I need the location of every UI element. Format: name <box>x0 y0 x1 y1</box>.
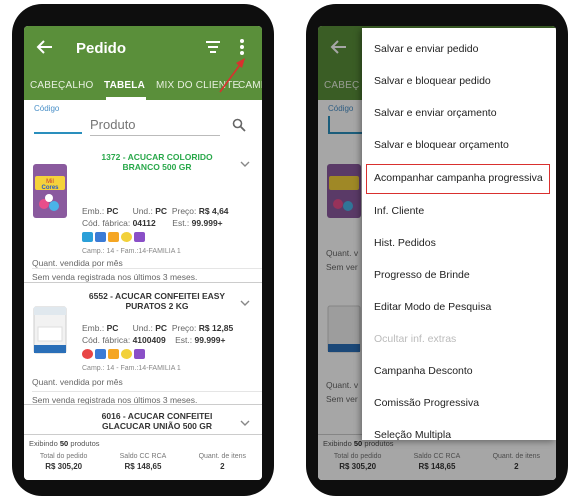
coin-icon <box>121 232 132 242</box>
menu-item-ocultar-inf-extras: Ocultar inf. extras <box>374 333 457 345</box>
menu-item-salvar-enviar-pedido[interactable]: Salvar e enviar pedido <box>362 34 556 64</box>
product-card[interactable]: 1372 - ACUCAR COLORIDO BRANCO 500 GR Mil… <box>24 144 262 268</box>
menu-item-selecao-multipla[interactable]: Seleção Multipla <box>362 420 556 450</box>
tag-icon <box>108 232 119 242</box>
produto-input[interactable] <box>90 114 220 136</box>
phone-right: CABEÇ Código Quant. v Sem ver Quant. v S… <box>306 4 568 496</box>
info-row-1: Emb.: PC Und.: PC Preço: R$ 4,64 <box>82 206 229 216</box>
qty-note: Sem venda registrada nos últimos 3 meses… <box>32 391 262 405</box>
qty-label: Quant. vendida por mês <box>32 258 123 268</box>
menu-item-hist-pedidos[interactable]: Hist. Pedidos <box>362 228 556 258</box>
coin-icon <box>121 349 132 359</box>
qty-label: Quant. vendida por mês <box>32 377 123 387</box>
menu-item-comissao-progressiva[interactable]: Comissão Progressiva <box>362 388 556 418</box>
campaign-info: Camp.: 14 - Fam.:14-FAMILIA 1 <box>82 365 181 372</box>
product-image: Mil Cores <box>30 162 70 220</box>
tab-active-indicator <box>106 97 146 100</box>
calendar-icon <box>95 232 106 242</box>
menu-item-salvar-enviar-orcamento[interactable]: Salvar e enviar orçamento <box>362 98 556 128</box>
tag-icon <box>108 349 119 359</box>
product-card[interactable]: 6016 - ACUCAR CONFEITEI GLACUCAR UNIÃO 5… <box>24 404 262 434</box>
saldo-cc-rca: Saldo CC RCA R$ 148,65 <box>119 453 167 471</box>
menu-item-editar-modo-pesquisa[interactable]: Editar Modo de Pesquisa <box>362 292 556 322</box>
info-row-1: Emb.: PC Und.: PC Preço: R$ 12,85 <box>82 323 234 333</box>
tab-bar: CABEÇALHO TABELA MIX DO CLIENTE CAMP <box>24 74 262 100</box>
product-title: 6016 - ACUCAR CONFEITEI GLACUCAR UNIÃO 5… <box>101 411 213 431</box>
brand-cores: Cores <box>41 185 59 191</box>
product-title: 6552 - ACUCAR CONFEITEI EASY PURATOS 2 K… <box>88 291 226 311</box>
layers-icon <box>134 349 145 359</box>
badges-row <box>82 232 145 242</box>
tab-camp[interactable]: CAMP <box>238 80 262 91</box>
footer-summary: Exibindo 50 produtos Total do pedido R$ 3… <box>24 434 262 480</box>
menu-item-progresso-brinde[interactable]: Progresso de Brinde <box>362 260 556 290</box>
tab-tabela[interactable]: TABELA <box>104 80 145 91</box>
badges-row <box>82 349 145 359</box>
tab-mix-do-cliente[interactable]: MIX DO CLIENTE <box>156 80 239 91</box>
filter-icon[interactable] <box>206 41 222 55</box>
more-vert-icon[interactable] <box>239 39 245 57</box>
campaign-info: Camp.: 14 - Fam.:14-FAMILIA 1 <box>82 248 181 255</box>
chevron-down-icon[interactable] <box>240 415 250 426</box>
screen-right: CABEÇ Código Quant. v Sem ver Quant. v S… <box>318 26 556 480</box>
tab-cabecalho[interactable]: CABEÇALHO <box>30 80 94 91</box>
codigo-input[interactable] <box>34 132 82 134</box>
app-bar: Pedido <box>24 26 262 74</box>
product-image <box>30 301 70 359</box>
gift-icon <box>82 232 93 242</box>
quant-itens: Quant. de itens 2 <box>198 453 247 471</box>
total-pedido: Total do pedido R$ 305,20 <box>39 453 88 471</box>
product-card[interactable]: 6552 - ACUCAR CONFEITEI EASY PURATOS 2 K… <box>24 282 262 405</box>
search-icon[interactable] <box>232 118 246 132</box>
info-row-2: Cód. fábrica: 04112 Est.: 99.999+ <box>82 218 223 228</box>
qty-note: Sem venda registrada nos últimos 3 meses… <box>32 268 262 282</box>
calendar-icon <box>95 349 106 359</box>
target-icon <box>82 349 93 359</box>
phone-left: Pedido CABEÇALHO TABELA MIX DO CLIENTE C… <box>12 4 274 496</box>
page-title: Pedido <box>76 40 127 57</box>
menu-item-salvar-bloquear-pedido[interactable]: Salvar e bloquear pedido <box>362 66 556 96</box>
product-title: 1372 - ACUCAR COLORIDO BRANCO 500 GR <box>101 152 213 172</box>
menu-item-salvar-bloquear-orcamento[interactable]: Salvar e bloquear orçamento <box>362 130 556 160</box>
chevron-down-icon[interactable] <box>240 295 250 306</box>
screen-left: Pedido CABEÇALHO TABELA MIX DO CLIENTE C… <box>24 26 262 480</box>
codigo-label: Código <box>34 104 60 113</box>
info-row-2: Cód. fábrica: 4100409 Est.: 99.999+ <box>82 335 226 345</box>
overflow-menu: Salvar e enviar pedido Salvar e bloquear… <box>362 28 556 441</box>
menu-item-inf-cliente[interactable]: Inf. Cliente <box>362 196 556 226</box>
exibindo-count: Exibindo 50 produtos <box>29 439 100 448</box>
menu-item-campanha-desconto[interactable]: Campanha Desconto <box>362 356 556 386</box>
layers-icon <box>134 232 145 242</box>
chevron-down-icon[interactable] <box>240 156 250 167</box>
back-arrow-icon[interactable] <box>36 38 56 58</box>
menu-item-acompanhar-campanha-progressiva[interactable]: Acompanhar campanha progressiva <box>366 164 550 194</box>
